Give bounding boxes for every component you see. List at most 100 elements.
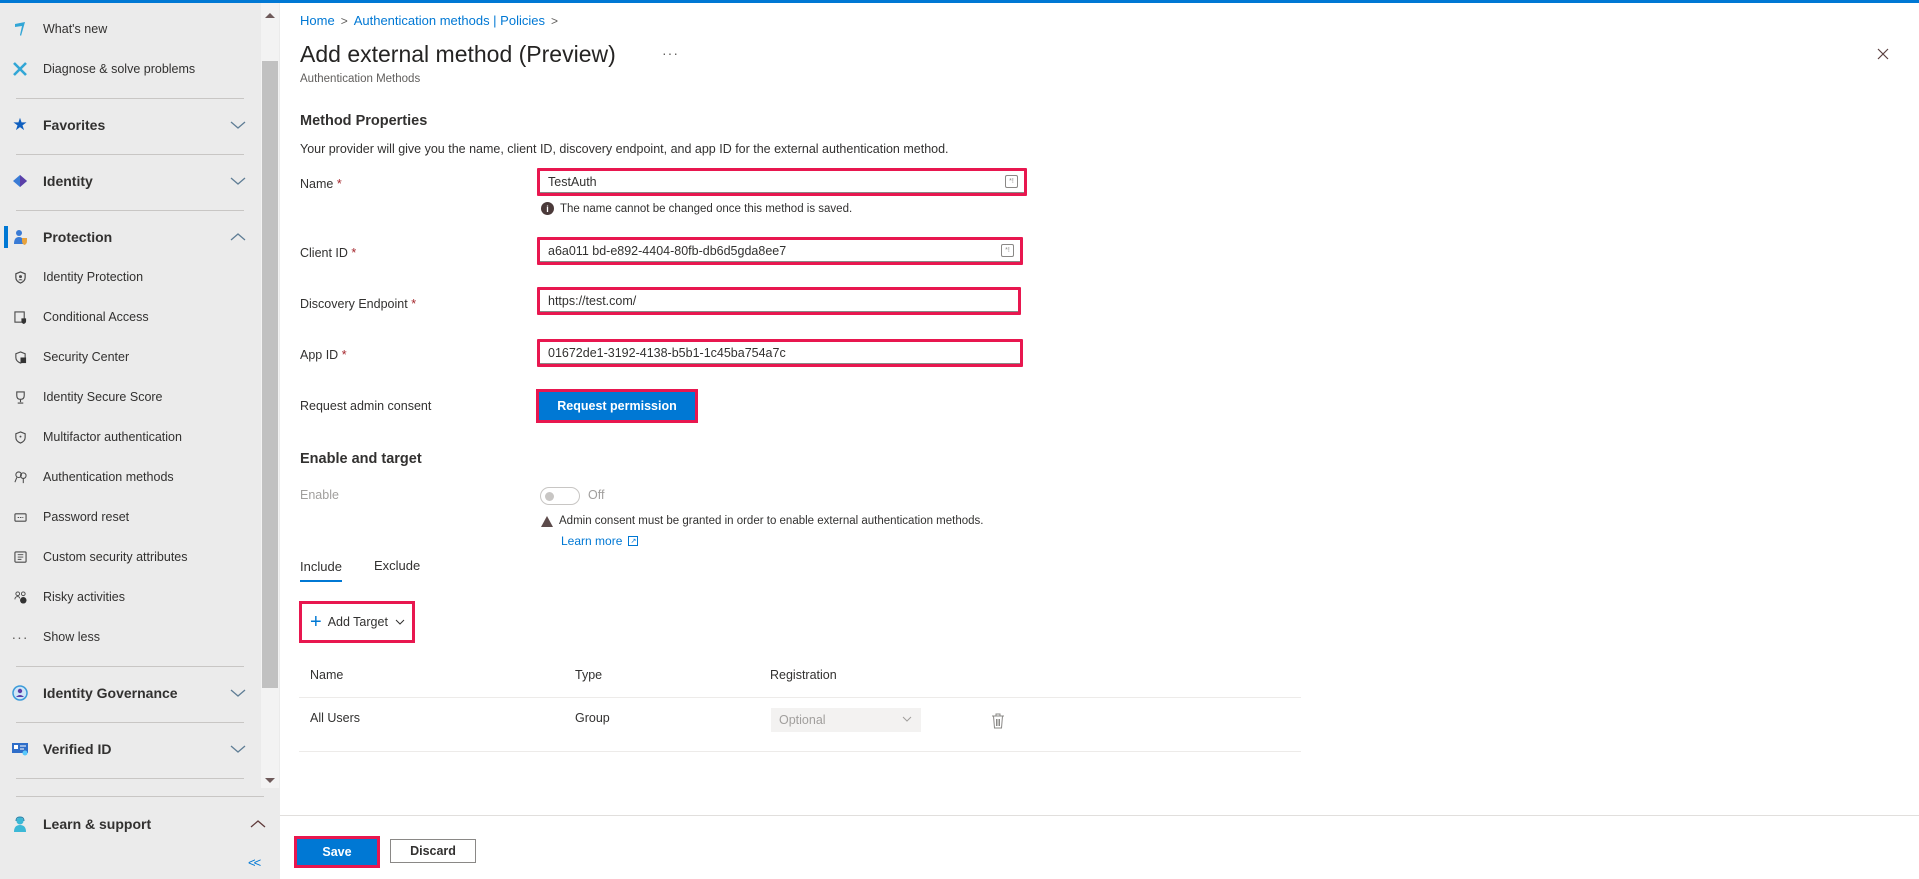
enable-toggle[interactable] bbox=[540, 487, 580, 505]
sidebar-item-diagnose[interactable]: Diagnose & solve problems bbox=[0, 54, 260, 84]
sidebar-item-identity-protection[interactable]: Identity Protection bbox=[0, 262, 260, 292]
method-properties-heading: Method Properties bbox=[300, 113, 428, 129]
app-id-field-highlight bbox=[537, 339, 1023, 367]
discovery-endpoint-label: Discovery Endpoint * bbox=[300, 297, 417, 311]
column-header-registration: Registration bbox=[770, 668, 837, 682]
app-id-label: App ID * bbox=[300, 348, 347, 362]
input-clear-icon: *! bbox=[1001, 244, 1014, 257]
password-icon bbox=[11, 508, 29, 526]
chevron-down-icon bbox=[395, 619, 405, 625]
chevron-down-icon bbox=[230, 745, 246, 753]
sidebar-item-risky-activities[interactable]: Risky activities bbox=[0, 582, 260, 612]
more-options-button[interactable]: ··· bbox=[662, 45, 679, 61]
save-button[interactable]: Save bbox=[297, 839, 377, 865]
chevron-down-icon bbox=[902, 716, 912, 722]
support-icon bbox=[11, 815, 29, 833]
name-hint: i The name cannot be changed once this m… bbox=[541, 202, 852, 215]
keys-icon bbox=[11, 468, 29, 486]
ellipsis-icon: ··· bbox=[11, 629, 29, 645]
identity-icon bbox=[11, 172, 29, 190]
breadcrumb-auth-methods-policies[interactable]: Authentication methods | Policies bbox=[354, 13, 545, 28]
request-permission-button[interactable]: Request permission bbox=[539, 392, 695, 420]
sidebar-scrollbar[interactable] bbox=[261, 3, 279, 788]
sidebar-group-favorites[interactable]: ★ Favorites bbox=[0, 110, 260, 140]
sidebar-divider bbox=[16, 666, 244, 667]
sidebar-item-secure-score[interactable]: Identity Secure Score bbox=[0, 382, 260, 412]
chevron-down-icon bbox=[230, 121, 246, 129]
sidebar-divider bbox=[16, 154, 244, 155]
verified-id-icon bbox=[11, 740, 29, 758]
row-type: Group bbox=[575, 711, 610, 725]
chevron-right-icon: > bbox=[340, 13, 348, 28]
table-divider bbox=[299, 697, 1301, 698]
enable-target-heading: Enable and target bbox=[300, 451, 422, 467]
discovery-endpoint-field-highlight bbox=[537, 287, 1021, 315]
discovery-endpoint-input[interactable] bbox=[540, 290, 1018, 312]
delete-icon[interactable] bbox=[991, 713, 1005, 729]
learn-more-link[interactable]: Learn more ↗ bbox=[561, 534, 639, 548]
sidebar-item-security-center[interactable]: Security Center bbox=[0, 342, 260, 372]
page-subtitle: Authentication Methods bbox=[300, 73, 421, 85]
discard-button[interactable]: Discard bbox=[390, 839, 476, 863]
column-header-type: Type bbox=[575, 668, 603, 682]
sidebar-group-identity[interactable]: Identity bbox=[0, 166, 260, 196]
sidebar: What's new Diagnose & solve problems ★ F… bbox=[0, 3, 280, 879]
chevron-right-icon: > bbox=[550, 13, 558, 28]
sidebar-item-show-less[interactable]: ··· Show less bbox=[0, 622, 260, 652]
row-name: All Users bbox=[310, 711, 361, 725]
shield-person-icon bbox=[11, 268, 29, 286]
plus-icon: + bbox=[310, 611, 322, 633]
main-content: Home > Authentication methods | Policies… bbox=[280, 3, 1919, 879]
close-icon[interactable] bbox=[1875, 46, 1891, 62]
sidebar-item-authentication-methods[interactable]: Authentication methods bbox=[0, 462, 260, 492]
page-title: Add external method (Preview) bbox=[300, 41, 616, 67]
star-icon: ★ bbox=[12, 115, 28, 134]
shield-icon bbox=[11, 428, 29, 446]
request-admin-consent-label: Request admin consent bbox=[300, 399, 432, 413]
app-id-input[interactable] bbox=[540, 342, 1020, 364]
enable-label: Enable bbox=[300, 488, 339, 502]
method-properties-description: Your provider will give you the name, cl… bbox=[300, 142, 949, 156]
external-link-icon: ↗ bbox=[628, 536, 639, 546]
registration-select[interactable]: Optional bbox=[771, 708, 921, 732]
sidebar-divider bbox=[16, 722, 244, 723]
protection-icon bbox=[11, 228, 29, 246]
tab-include[interactable]: Include bbox=[300, 559, 342, 582]
chevron-up-icon bbox=[250, 820, 266, 828]
sidebar-item-whats-new[interactable]: What's new bbox=[0, 14, 260, 44]
sidebar-item-password-reset[interactable]: Password reset bbox=[0, 502, 260, 532]
sidebar-group-identity-governance[interactable]: Identity Governance bbox=[0, 678, 260, 708]
megaphone-icon bbox=[11, 20, 29, 38]
request-permission-highlight: Request permission bbox=[536, 389, 698, 423]
scroll-up-arrow-icon[interactable] bbox=[265, 13, 275, 18]
toggle-state: Off bbox=[588, 488, 605, 502]
scroll-down-arrow-icon[interactable] bbox=[265, 778, 275, 783]
client-id-label: Client ID * bbox=[300, 246, 357, 260]
collapse-sidebar-button[interactable]: << bbox=[248, 855, 261, 870]
sidebar-group-verified-id[interactable]: Verified ID bbox=[0, 734, 260, 764]
conditional-access-icon bbox=[11, 308, 29, 326]
sidebar-group-learn-support[interactable]: Learn & support bbox=[0, 809, 280, 839]
tab-exclude[interactable]: Exclude bbox=[374, 558, 420, 579]
sidebar-divider bbox=[16, 778, 244, 779]
add-target-button[interactable]: + Add Target bbox=[299, 601, 415, 643]
sidebar-group-protection[interactable]: Protection bbox=[0, 222, 260, 252]
trophy-icon bbox=[11, 388, 29, 406]
breadcrumb-home[interactable]: Home bbox=[300, 13, 335, 28]
sidebar-item-conditional-access[interactable]: Conditional Access bbox=[0, 302, 260, 332]
sidebar-item-mfa[interactable]: Multifactor authentication bbox=[0, 422, 260, 452]
shield-lock-icon bbox=[11, 348, 29, 366]
admin-consent-warning: Admin consent must be granted in order t… bbox=[541, 515, 983, 527]
client-id-input[interactable] bbox=[540, 240, 1020, 262]
input-clear-icon: *! bbox=[1005, 175, 1018, 188]
column-header-name: Name bbox=[310, 668, 344, 682]
sidebar-divider bbox=[16, 796, 264, 797]
chevron-down-icon bbox=[230, 177, 246, 185]
attributes-icon bbox=[11, 548, 29, 566]
toggle-knob bbox=[545, 492, 554, 501]
name-input[interactable] bbox=[540, 171, 1024, 193]
breadcrumb: Home > Authentication methods | Policies… bbox=[300, 13, 558, 28]
scroll-thumb[interactable] bbox=[262, 61, 278, 688]
table-divider bbox=[299, 751, 1301, 752]
sidebar-item-custom-security-attributes[interactable]: Custom security attributes bbox=[0, 542, 260, 572]
